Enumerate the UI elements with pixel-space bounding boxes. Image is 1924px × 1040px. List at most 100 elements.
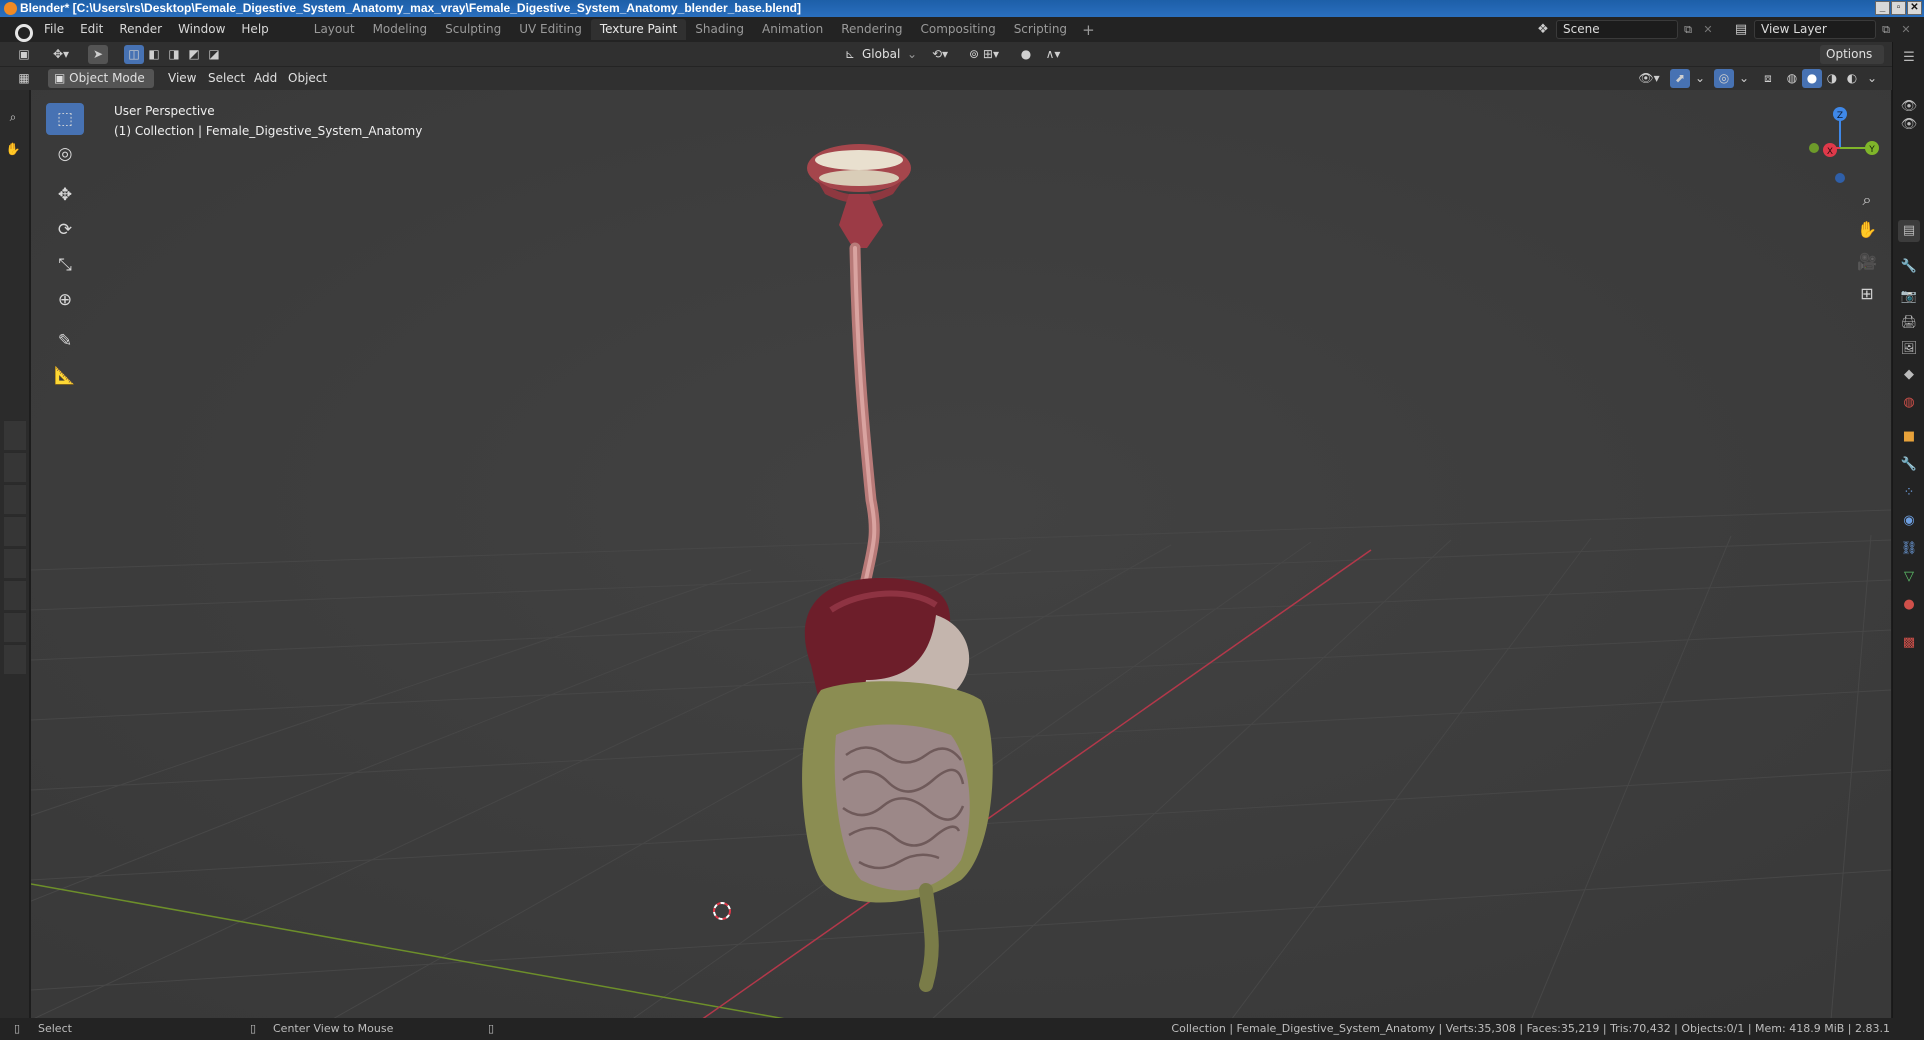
tab-sculpting[interactable]: Sculpting: [436, 19, 510, 40]
proportional-edit-icon[interactable]: ●: [1016, 45, 1036, 64]
collection-label: (1) Collection | Female_Digestive_System…: [114, 124, 423, 138]
pivot-point-icon[interactable]: ⟲▾: [926, 45, 954, 64]
pan-view-icon[interactable]: ✋: [1854, 217, 1880, 243]
view-layer-name-field[interactable]: View Layer: [1754, 20, 1876, 39]
particles-icon[interactable]: ⁘: [1898, 482, 1920, 504]
ortho-toggle-icon[interactable]: ⊞: [1854, 281, 1880, 307]
delete-view-layer-icon[interactable]: ✕: [1896, 23, 1916, 36]
view-layer-tab-icon[interactable]: 🖼: [1898, 338, 1920, 360]
snap-icon[interactable]: ⊚ ⊞▾: [962, 45, 1006, 64]
measure-icon[interactable]: 📐: [46, 360, 84, 392]
object-data-icon[interactable]: ▽: [1898, 566, 1920, 588]
tab-layout[interactable]: Layout: [305, 19, 364, 40]
maximize-button[interactable]: ▫: [1891, 1, 1906, 15]
solid-shading-icon[interactable]: ●: [1802, 69, 1822, 88]
rendered-shading-icon[interactable]: ◐: [1842, 69, 1862, 88]
menu-select[interactable]: Select: [208, 69, 245, 88]
blender-logo-icon[interactable]: [12, 21, 33, 42]
tool-settings-icon[interactable]: 🔧: [1898, 256, 1920, 278]
tool-dropdown-icon[interactable]: ✥▾: [46, 45, 76, 64]
new-scene-icon[interactable]: ⧉: [1678, 23, 1698, 37]
mode-invert-icon[interactable]: ◩: [184, 45, 204, 64]
object-mode-dropdown[interactable]: ▣ Object Mode ▾: [48, 69, 154, 104]
scene-name-field[interactable]: Scene: [1556, 20, 1678, 39]
constraints-icon[interactable]: ⛓: [1898, 538, 1920, 560]
move-icon[interactable]: ✥: [46, 179, 84, 211]
window-title: Blender* [C:\Users\rs\Desktop\Female_Dig…: [20, 1, 802, 15]
tab-uv-editing[interactable]: UV Editing: [510, 19, 591, 40]
tab-compositing[interactable]: Compositing: [911, 19, 1004, 40]
new-view-layer-icon[interactable]: ⧉: [1876, 23, 1896, 37]
gizmo-dropdown-icon[interactable]: ⌄: [1690, 69, 1710, 88]
add-workspace-button[interactable]: +: [1076, 21, 1101, 39]
eye-icon[interactable]: 👁: [1898, 114, 1920, 136]
active-tool-icon[interactable]: ➤: [88, 45, 108, 64]
output-icon[interactable]: 🖨: [1898, 312, 1920, 334]
select-box-icon[interactable]: ⬚: [46, 103, 84, 135]
show-gizmo-icon[interactable]: ⬈: [1670, 69, 1690, 88]
navigation-gizmo[interactable]: Z Y X: [1800, 102, 1880, 192]
menu-object[interactable]: Object: [288, 69, 327, 88]
menu-window[interactable]: Window: [170, 17, 233, 42]
shading-dropdown-icon[interactable]: ⌄: [1862, 69, 1882, 88]
tab-texture-paint[interactable]: Texture Paint: [590, 19, 687, 40]
texture-icon[interactable]: ▩: [1898, 632, 1920, 654]
mode-new-icon[interactable]: ◫: [124, 45, 144, 64]
menu-add[interactable]: Add: [254, 69, 277, 88]
material-shading-icon[interactable]: ◑: [1822, 69, 1842, 88]
zoom-icon[interactable]: ⌕: [3, 108, 23, 127]
options-dropdown[interactable]: Options ▾: [1820, 45, 1884, 80]
tab-shading[interactable]: Shading: [686, 19, 753, 40]
overlays-dropdown-icon[interactable]: ⌄: [1734, 69, 1754, 88]
scene-icon[interactable]: ❖: [1530, 22, 1556, 37]
material-icon[interactable]: ●: [1898, 594, 1920, 616]
menu-help[interactable]: Help: [233, 17, 276, 42]
mode-subtract-icon[interactable]: ◨: [164, 45, 184, 64]
scene-tab-icon[interactable]: ◆: [1898, 364, 1920, 386]
menu-file[interactable]: File: [36, 17, 72, 42]
mode-extend-icon[interactable]: ◧: [144, 45, 164, 64]
annotate-icon[interactable]: ✎: [46, 325, 84, 357]
neg-y-axis-handle[interactable]: [1809, 143, 1819, 153]
neg-z-axis-handle[interactable]: [1835, 173, 1845, 183]
transform-icon[interactable]: ⊕: [46, 284, 84, 316]
tab-modeling[interactable]: Modeling: [364, 19, 437, 40]
3d-viewport[interactable]: User Perspective (1) Collection | Female…: [31, 90, 1891, 1020]
render-icon[interactable]: 📷: [1898, 286, 1920, 308]
menu-view[interactable]: View: [168, 69, 196, 88]
outliner-icon[interactable]: ☰: [1898, 47, 1920, 69]
menu-edit[interactable]: Edit: [72, 17, 111, 42]
viewport-editor-icon[interactable]: ▦: [14, 69, 34, 88]
properties-editor-icon[interactable]: ▤: [1898, 220, 1920, 242]
viewport-grid: [31, 90, 1891, 1020]
y-axis-label: Y: [1868, 145, 1875, 155]
cursor-icon[interactable]: ◎: [46, 138, 84, 170]
rotate-icon[interactable]: ⟳: [46, 214, 84, 246]
physics-icon[interactable]: ◉: [1898, 510, 1920, 532]
close-button[interactable]: ✕: [1907, 1, 1922, 15]
view-layer-icon[interactable]: ▤: [1728, 22, 1754, 37]
xray-icon[interactable]: ⧈: [1758, 69, 1778, 88]
wireframe-shading-icon[interactable]: ◍: [1782, 69, 1802, 88]
orientation-dropdown[interactable]: Global: [862, 45, 900, 64]
scale-icon[interactable]: ⤡: [46, 249, 84, 281]
hand-icon[interactable]: ✋: [3, 140, 23, 159]
modifier-wrench-icon[interactable]: 🔧: [1898, 454, 1920, 476]
strip-block: [4, 452, 26, 482]
editor-type-icon[interactable]: ▣: [14, 45, 34, 64]
delete-scene-icon[interactable]: ✕: [1698, 23, 1718, 36]
object-icon[interactable]: ■: [1898, 426, 1920, 448]
tab-scripting[interactable]: Scripting: [1005, 19, 1076, 40]
object-visibility-icon[interactable]: 👁▾: [1634, 69, 1664, 88]
minimize-button[interactable]: _: [1875, 1, 1890, 15]
tab-animation[interactable]: Animation: [753, 19, 832, 40]
falloff-icon[interactable]: ∧▾: [1038, 45, 1068, 64]
world-icon[interactable]: ◍: [1898, 392, 1920, 414]
tab-rendering[interactable]: Rendering: [832, 19, 911, 40]
zoom-view-icon[interactable]: ⌕: [1854, 187, 1880, 213]
show-overlays-icon[interactable]: ◎: [1714, 69, 1734, 88]
camera-view-icon[interactable]: 🎥: [1854, 249, 1880, 275]
menu-render[interactable]: Render: [111, 17, 170, 42]
mouse-left-icon: ▯: [14, 1022, 21, 1035]
mode-intersect-icon[interactable]: ◪: [204, 45, 224, 64]
